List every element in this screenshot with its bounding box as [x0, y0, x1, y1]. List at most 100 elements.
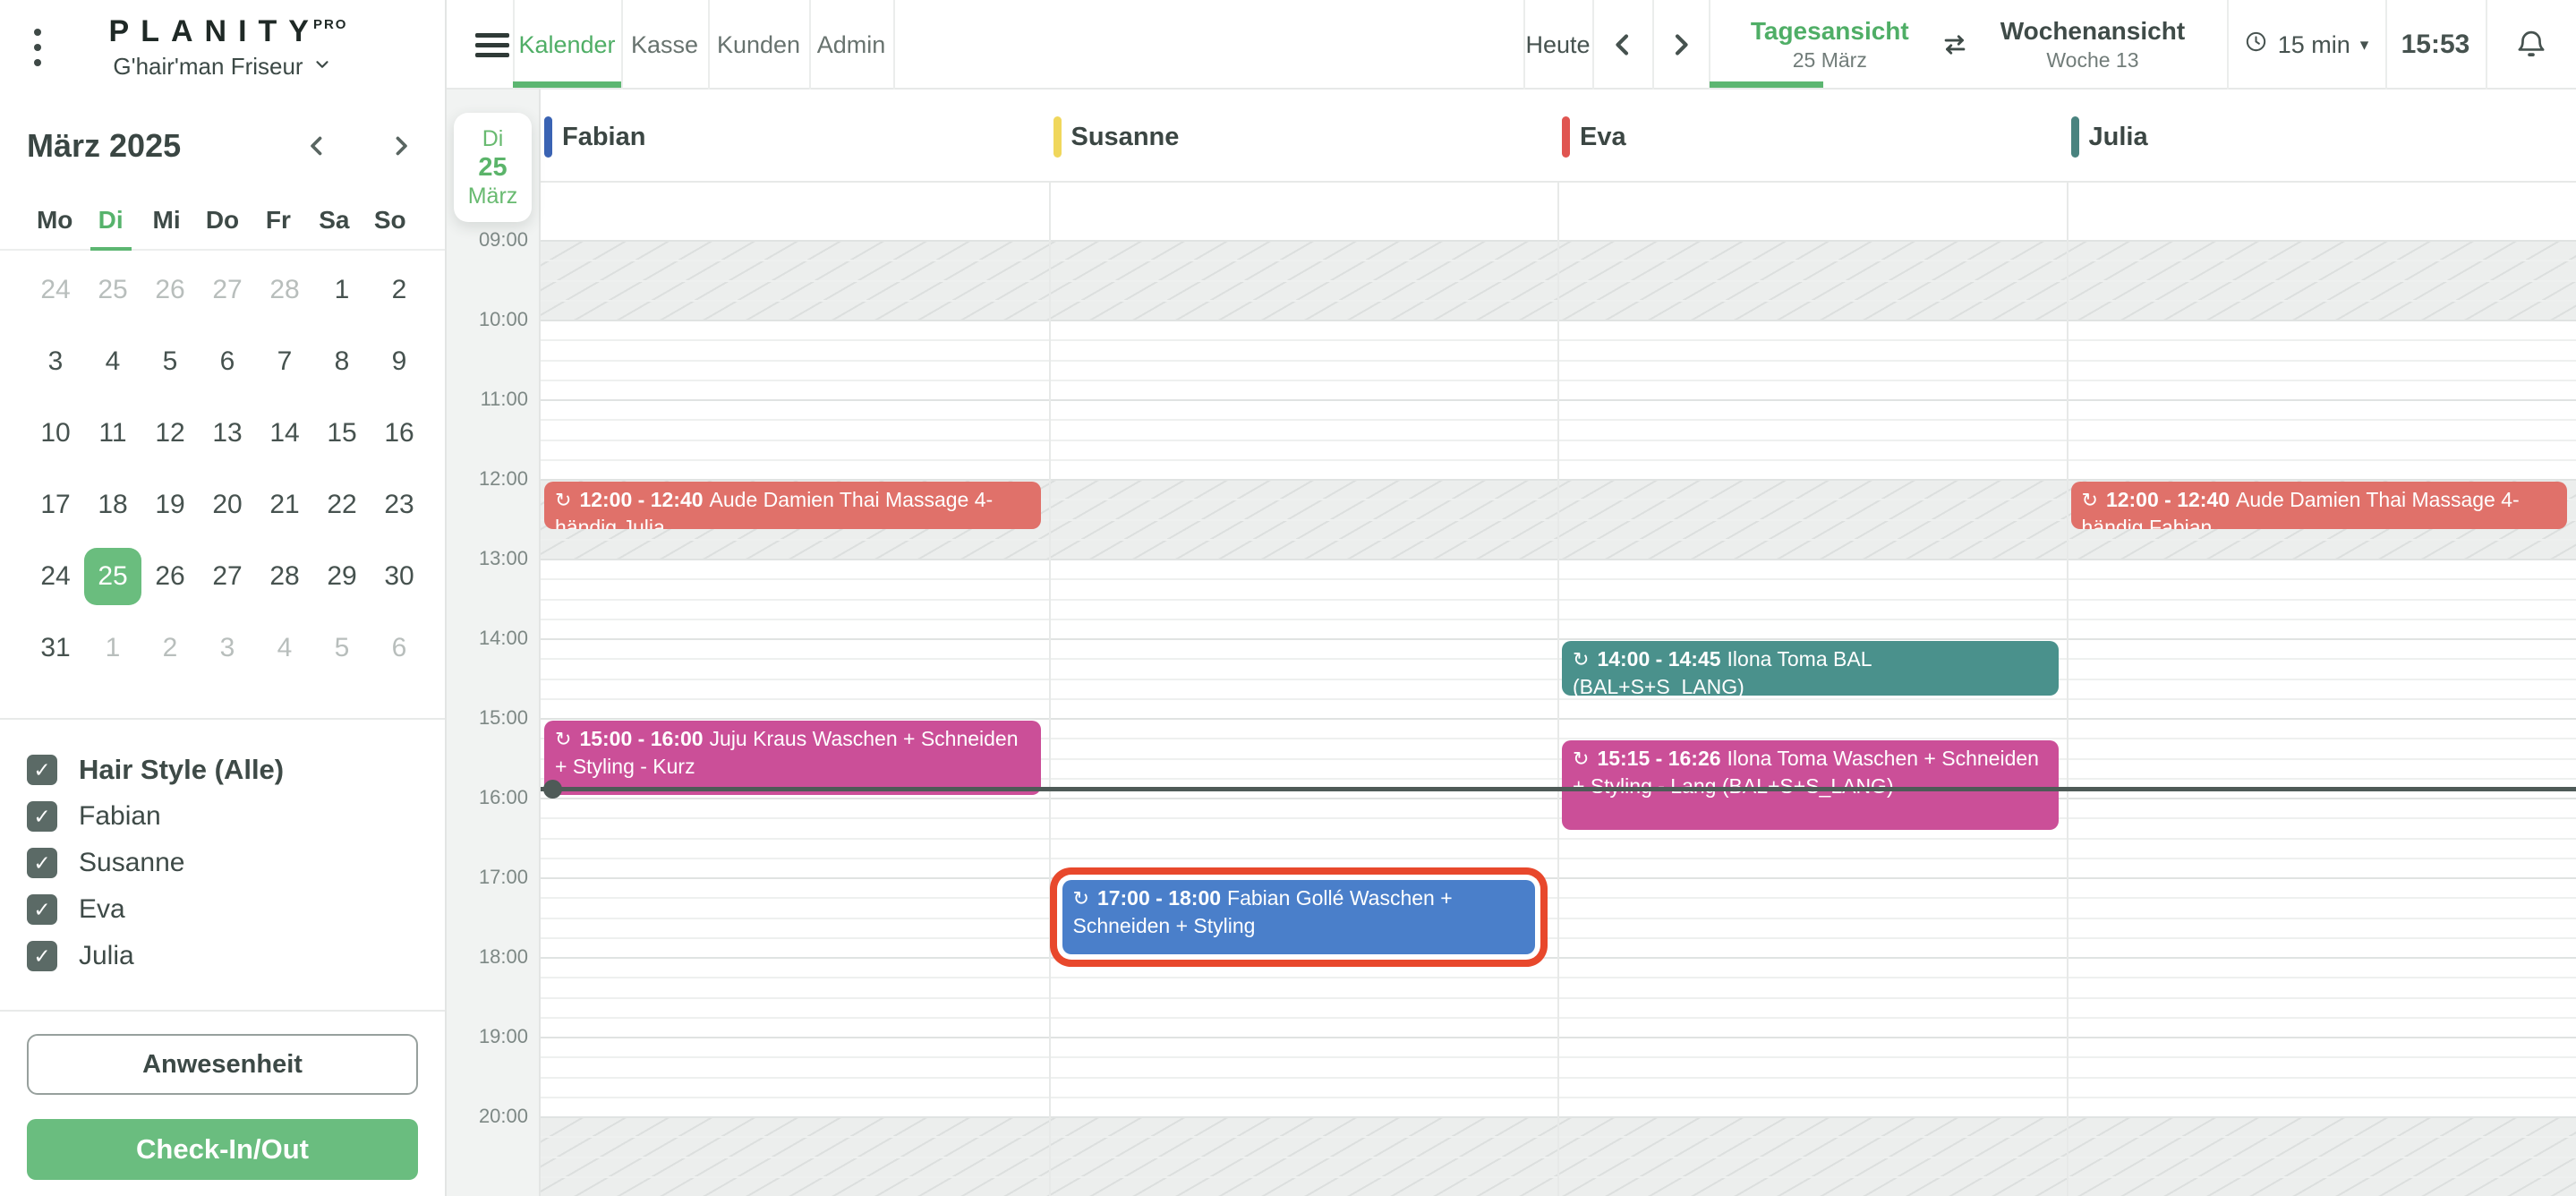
mini-calendar-day[interactable]: 5 [313, 619, 371, 677]
mini-calendar-day[interactable]: 28 [256, 548, 313, 605]
mini-calendar-week: 24 25 26 27 28 1 2 [27, 254, 418, 326]
account-selector[interactable]: G'hair'man Friseur [0, 53, 445, 81]
mini-calendar-day[interactable]: 9 [371, 333, 428, 390]
active-view-underline [1710, 81, 1823, 88]
planity-logo: PLANITYPRO [108, 14, 348, 48]
tab-kalender[interactable]: Kalender [518, 31, 615, 59]
event-time: 17:00 - 18:00 [1096, 886, 1222, 910]
prev-day-button[interactable] [1592, 0, 1652, 90]
mini-calendar-day[interactable]: 30 [371, 548, 428, 605]
mini-calendar-day[interactable]: 29 [313, 548, 371, 605]
time-label: 17:00 [478, 866, 528, 888]
mini-calendar-day[interactable]: 13 [199, 405, 256, 462]
mini-calendar-day[interactable]: 24 [27, 261, 84, 319]
mini-calendar-day[interactable]: 16 [371, 405, 428, 462]
mini-calendar-day[interactable]: 2 [141, 619, 199, 677]
mini-calendar-day[interactable]: 4 [256, 619, 313, 677]
staff-color-bar [1053, 116, 1062, 158]
mini-calendar-day[interactable]: 20 [199, 476, 256, 534]
event[interactable]: ↻ 14:00 - 14:45 Ilona Toma BAL (BAL+S+S_LA… [1562, 641, 2059, 696]
mini-calendar-day[interactable]: 10 [27, 405, 84, 462]
kebab-menu-icon[interactable] [34, 29, 43, 74]
checkbox-checked[interactable]: ✓ [27, 801, 57, 832]
hamburger-menu-icon[interactable] [475, 33, 509, 63]
event[interactable]: ↻ 15:00 - 16:00 Juju Kraus Waschen + Schne… [544, 721, 1041, 795]
mini-calendar-day[interactable]: 1 [313, 261, 371, 319]
mini-calendar-day[interactable]: 23 [371, 476, 428, 534]
active-tab-underline [513, 81, 621, 88]
mini-calendar-day[interactable]: 6 [371, 619, 428, 677]
mini-calendar-next-button[interactable] [384, 129, 418, 163]
checkbox-checked[interactable]: ✓ [27, 755, 57, 785]
attendance-button[interactable]: Anwesenheit [27, 1034, 418, 1095]
event-selected[interactable]: ↻ 17:00 - 18:00 Fabian Gollé Waschen + Sch… [1062, 880, 1535, 954]
mini-calendar-day[interactable]: 12 [141, 405, 199, 462]
recurring-icon: ↻ [2081, 489, 2098, 511]
mini-calendar-week: 10 11 12 13 14 15 16 [27, 397, 418, 469]
mini-calendar-day[interactable]: 25 [84, 261, 141, 319]
today-button[interactable]: Heute [1525, 31, 1590, 59]
mini-calendar-day[interactable]: 26 [141, 548, 199, 605]
mini-calendar-day[interactable]: 18 [84, 476, 141, 534]
checkbox-checked[interactable]: ✓ [27, 941, 57, 971]
filter-label: Fabian [79, 801, 161, 831]
mini-calendar-week: 31 1 2 3 4 5 6 [27, 612, 418, 684]
mini-calendar-day[interactable]: 11 [84, 405, 141, 462]
mini-calendar-day[interactable]: 25 [84, 548, 141, 605]
mini-calendar-header: März 2025 [27, 127, 418, 165]
event[interactable]: ↻ 12:00 - 12:40 Aude Damien Thai Massage 4… [544, 482, 1041, 530]
mini-calendar-day[interactable]: 2 [371, 261, 428, 319]
mini-calendar-day[interactable]: 26 [141, 261, 199, 319]
check-in-out-button[interactable]: Check-In/Out [27, 1119, 418, 1180]
mini-calendar-day[interactable]: 1 [84, 619, 141, 677]
week-view-toggle[interactable]: Wochenansicht Woche 13 [2000, 17, 2185, 73]
swap-view-icon[interactable] [1940, 30, 1970, 60]
next-day-button[interactable] [1652, 0, 1709, 90]
mini-calendar-day[interactable]: 15 [313, 405, 371, 462]
mini-calendar-week: 24 25 26 27 28 29 30 [27, 541, 418, 612]
weekday-label-di: Di [82, 206, 138, 235]
filter-item-susanne[interactable]: ✓ Susanne [27, 847, 418, 879]
mini-calendar-day[interactable]: 8 [313, 333, 371, 390]
mini-calendar-day[interactable]: 31 [27, 619, 84, 677]
mini-calendar-day[interactable]: 27 [199, 261, 256, 319]
mini-calendar-week: 3456789 [27, 326, 418, 397]
mini-calendar-day[interactable]: 21 [256, 476, 313, 534]
mini-calendar-day[interactable]: 3 [199, 619, 256, 677]
mini-calendar-day[interactable]: 28 [256, 261, 313, 319]
event[interactable]: ↻ 15:15 - 16:26 Ilona Toma Waschen + Schne… [1562, 740, 2059, 830]
mini-calendar-day[interactable]: 3 [27, 333, 84, 390]
mini-calendar-day[interactable]: 27 [199, 548, 256, 605]
mini-calendar-day[interactable]: 19 [141, 476, 199, 534]
mini-calendar-title: März 2025 [27, 127, 182, 164]
tab-kunden[interactable]: Kunden [717, 31, 800, 59]
filter-item-fabian[interactable]: ✓ Fabian [27, 800, 418, 833]
mini-calendar-day[interactable]: 5 [141, 333, 199, 390]
event[interactable]: ↻ 12:00 - 12:40 Aude Damien Thai Massage 4… [2070, 482, 2567, 530]
tab-kasse[interactable]: Kasse [631, 31, 698, 59]
recurring-icon: ↻ [555, 728, 572, 750]
checkbox-checked[interactable]: ✓ [27, 894, 57, 925]
notifications-button[interactable] [2486, 0, 2576, 90]
tab-admin[interactable]: Admin [817, 31, 886, 59]
checkbox-checked[interactable]: ✓ [27, 848, 57, 878]
recurring-icon: ↻ [1072, 887, 1089, 910]
mini-calendar-day[interactable]: 17 [27, 476, 84, 534]
mini-calendar-day[interactable]: 6 [199, 333, 256, 390]
filter-label: Hair Style (Alle) [79, 754, 285, 785]
mini-calendar-prev-button[interactable] [300, 129, 334, 163]
filter-group-all[interactable]: ✓ Hair Style (Alle) [27, 754, 418, 786]
mini-calendar-day[interactable]: 7 [256, 333, 313, 390]
mini-calendar-day[interactable]: 14 [256, 405, 313, 462]
interval-select[interactable]: 15 min ▾ [2244, 30, 2368, 60]
day-view-date: 25 März [1792, 48, 1867, 72]
mini-calendar-day[interactable]: 4 [84, 333, 141, 390]
day-view-toggle[interactable]: Tagesansicht 25 März [1751, 17, 1909, 73]
weekday-label-sa: Sa [319, 206, 350, 234]
filter-item-eva[interactable]: ✓ Eva [27, 893, 418, 926]
staff-color-bar [2070, 116, 2079, 158]
recurring-icon: ↻ [555, 489, 572, 511]
mini-calendar-day[interactable]: 22 [313, 476, 371, 534]
filter-item-julia[interactable]: ✓ Julia [27, 940, 418, 972]
mini-calendar-day[interactable]: 24 [27, 548, 84, 605]
